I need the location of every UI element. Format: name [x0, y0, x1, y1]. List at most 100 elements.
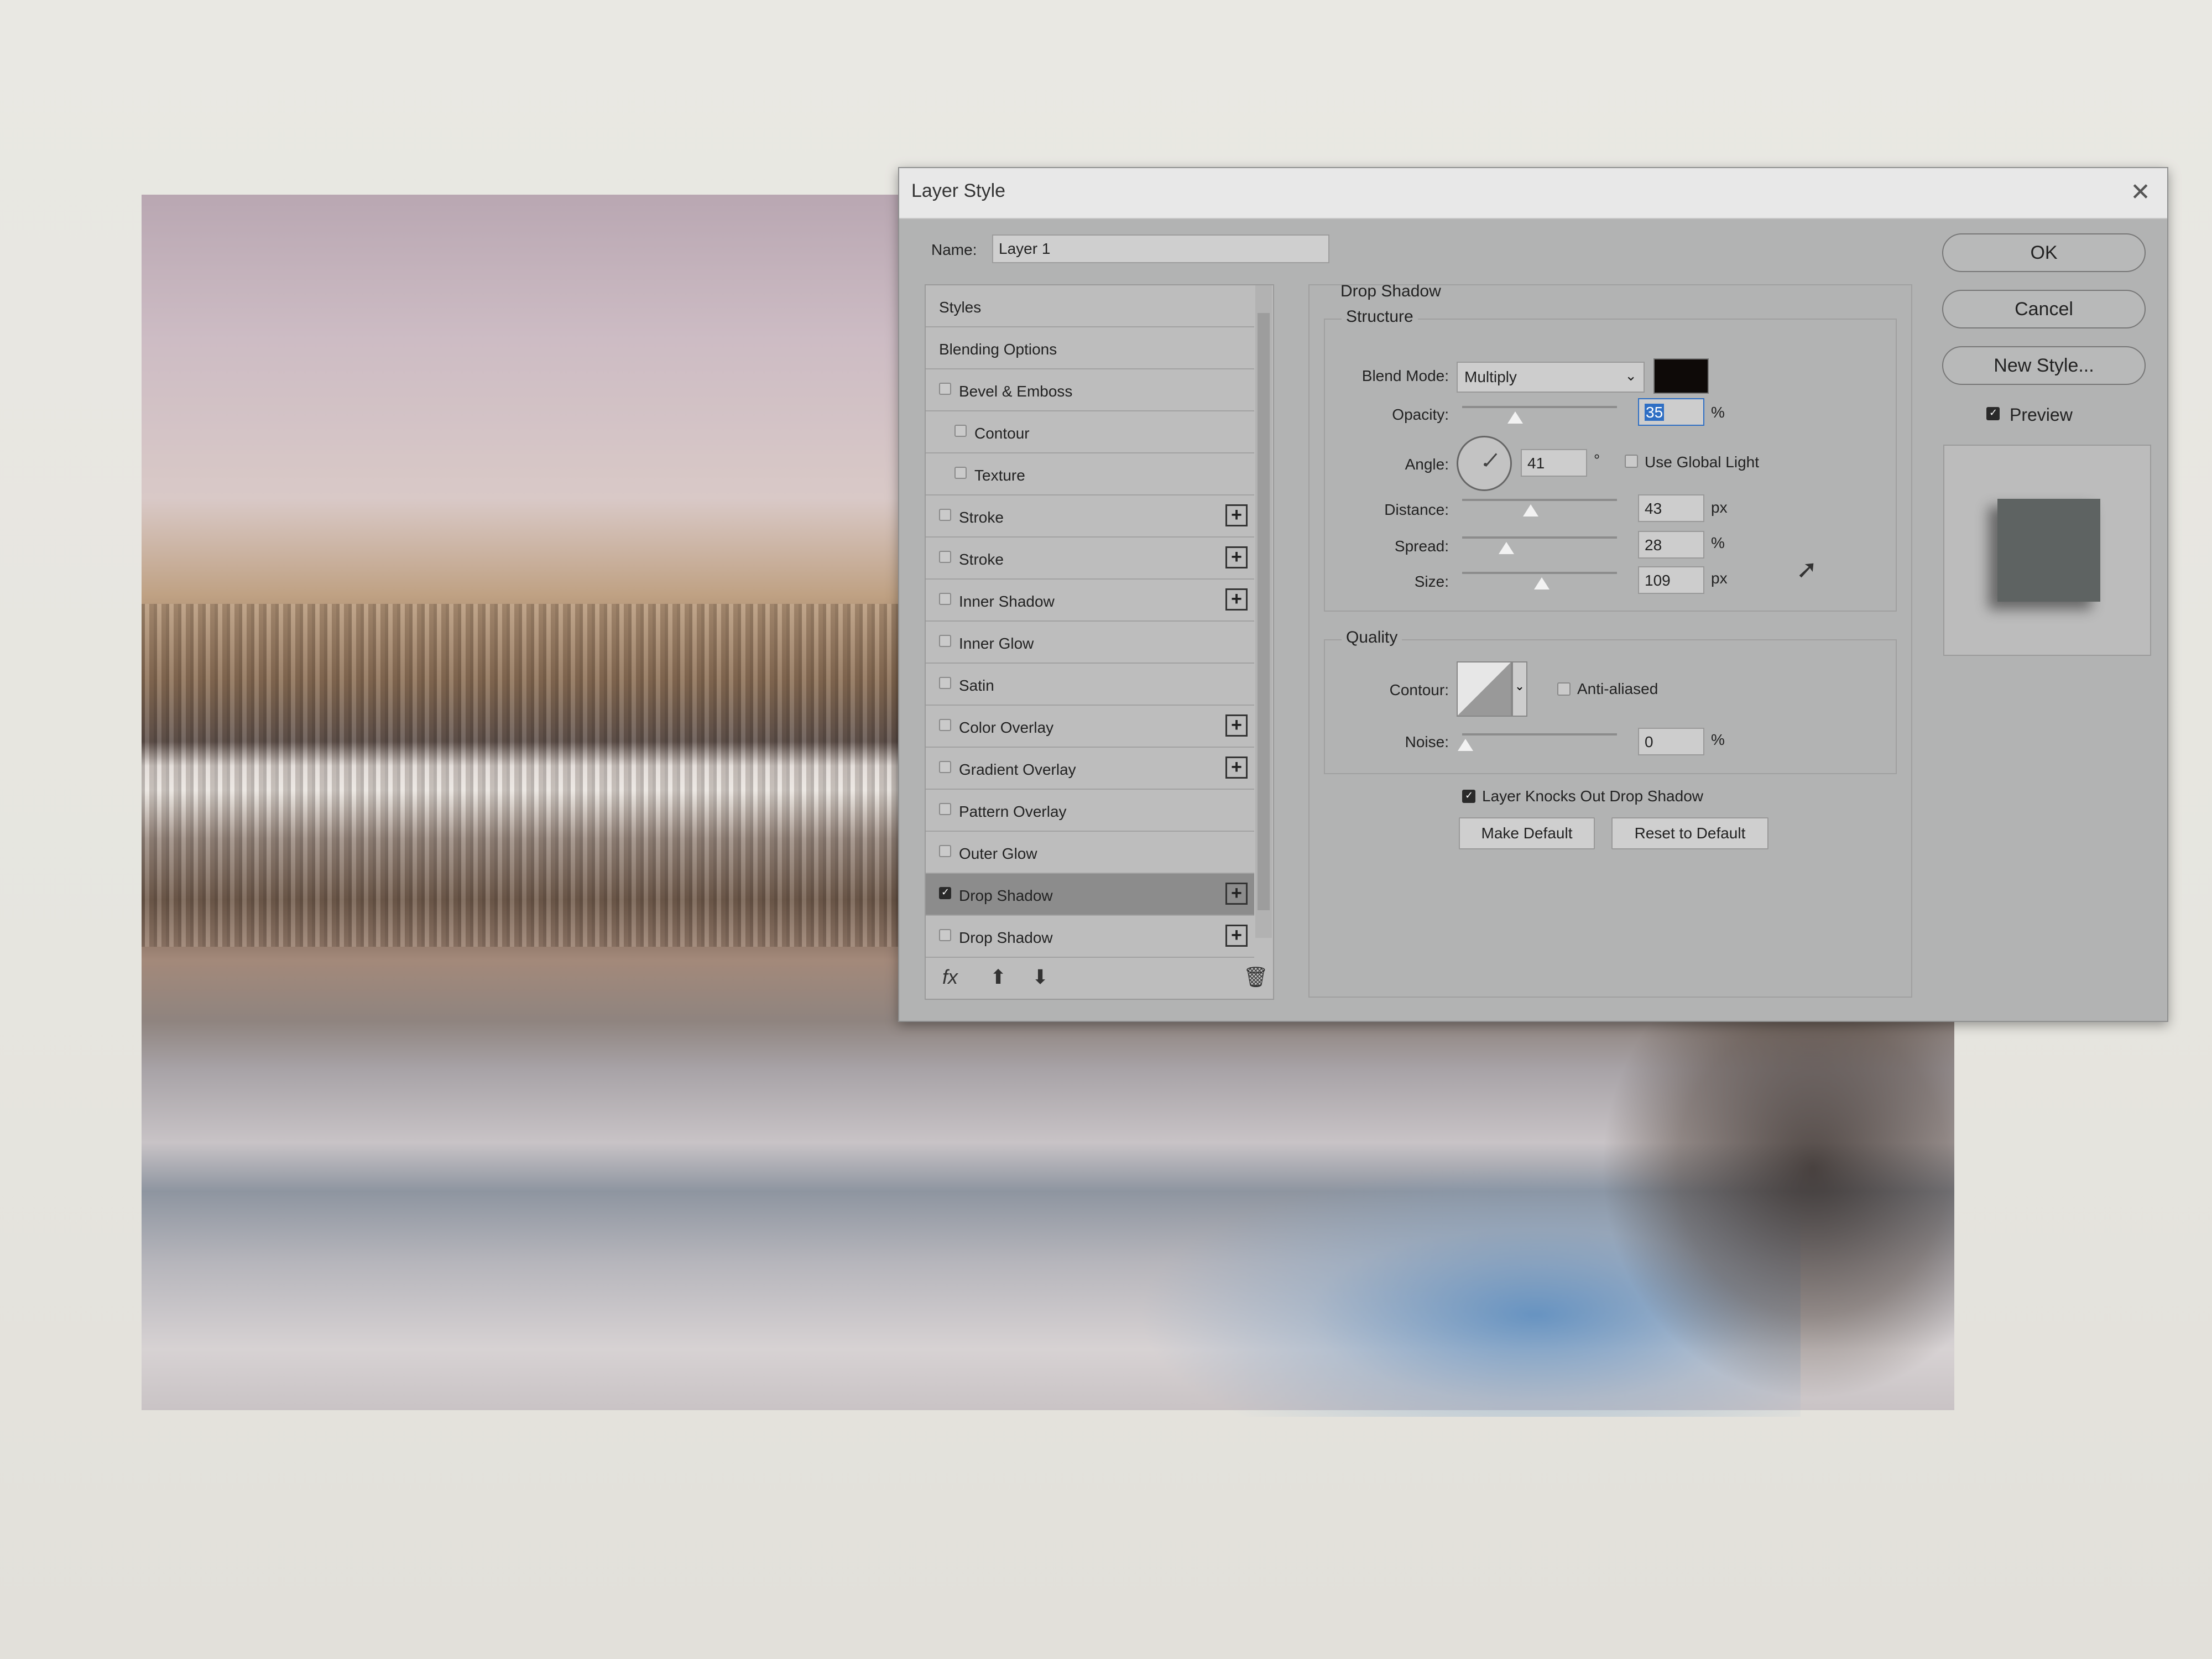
style-list-item-label: Stroke — [959, 551, 1004, 568]
style-list-item[interactable]: Outer Glow — [926, 832, 1254, 874]
spread-input[interactable]: 28 — [1638, 531, 1704, 559]
size-slider-thumb[interactable] — [1534, 577, 1550, 589]
style-list-item-label: Satin — [959, 677, 994, 694]
angle-input[interactable]: 41 — [1521, 449, 1587, 477]
distance-slider-thumb[interactable] — [1523, 504, 1538, 517]
opacity-slider-thumb[interactable] — [1507, 411, 1523, 424]
style-checkbox[interactable] — [939, 383, 951, 395]
drop-shadow-panel: Drop Shadow Structure Blend Mode: Multip… — [1308, 282, 1912, 998]
style-list-item[interactable]: Stroke + — [926, 538, 1254, 580]
styles-list: Styles Blending Options Bevel & Emboss Cont… — [925, 284, 1274, 1000]
style-checkbox[interactable] — [939, 886, 951, 899]
spread-label: Spread: — [1394, 538, 1449, 555]
angle-label: Angle: — [1405, 456, 1449, 473]
style-list-item-label: Blending Options — [939, 341, 1057, 358]
add-style-icon[interactable]: + — [1225, 546, 1248, 568]
anti-aliased-checkbox[interactable] — [1557, 682, 1571, 696]
style-list-item-label: Contour — [974, 425, 1030, 442]
distance-slider[interactable] — [1462, 499, 1617, 501]
style-list-item[interactable]: Texture — [926, 453, 1254, 495]
style-checkbox[interactable] — [939, 845, 951, 857]
style-list-item[interactable]: Satin — [926, 664, 1254, 706]
add-style-icon[interactable]: + — [1225, 504, 1248, 526]
preview-checkbox[interactable] — [1986, 407, 2000, 420]
close-icon[interactable]: ✕ — [2130, 178, 2151, 206]
contour-preview[interactable] — [1457, 661, 1512, 717]
style-list-item[interactable]: Color Overlay + — [926, 706, 1254, 748]
arrow-up-icon[interactable]: ⬆ — [990, 966, 1006, 989]
trash-icon[interactable]: 🗑 — [1243, 966, 1269, 989]
style-list-item[interactable]: Blending Options — [926, 327, 1254, 369]
anti-aliased-label: Anti-aliased — [1577, 680, 1658, 697]
knockout-checkbox[interactable] — [1462, 790, 1475, 803]
style-checkbox[interactable] — [939, 551, 951, 563]
name-label: Name: — [931, 241, 977, 258]
distance-label: Distance: — [1384, 501, 1449, 518]
noise-slider[interactable] — [1462, 733, 1617, 735]
noise-slider-thumb[interactable] — [1458, 739, 1473, 751]
use-global-light-checkbox[interactable] — [1625, 455, 1638, 468]
style-list-item[interactable]: Stroke + — [926, 495, 1254, 538]
style-checkbox[interactable] — [939, 593, 951, 605]
noise-input[interactable]: 0 — [1638, 728, 1704, 755]
knockout-label: Layer Knocks Out Drop Shadow — [1482, 787, 1703, 805]
chevron-down-icon: ⌄ — [1514, 679, 1525, 693]
cancel-button[interactable]: Cancel — [1942, 290, 2146, 328]
fx-icon[interactable]: fx — [942, 966, 958, 989]
style-list-item-label: Stroke — [959, 509, 1004, 526]
add-style-icon[interactable]: + — [1225, 925, 1248, 947]
distance-input[interactable]: 43 — [1638, 494, 1704, 522]
dialog-titlebar[interactable]: Layer Style ✕ — [899, 168, 2167, 219]
spread-slider[interactable] — [1462, 536, 1617, 539]
name-field[interactable]: Layer 1 — [992, 234, 1329, 263]
style-checkbox[interactable] — [954, 467, 967, 479]
style-checkbox[interactable] — [939, 635, 951, 647]
add-style-icon[interactable]: + — [1225, 714, 1248, 737]
style-list-item-label: Drop Shadow — [959, 887, 1053, 904]
style-checkbox[interactable] — [954, 425, 967, 437]
blend-mode-select[interactable]: Multiply ⌄ — [1457, 362, 1645, 393]
style-checkbox[interactable] — [939, 677, 951, 689]
style-checkbox[interactable] — [939, 929, 951, 941]
angle-dial[interactable] — [1457, 436, 1512, 491]
size-slider[interactable] — [1462, 572, 1617, 574]
style-list-item[interactable]: Drop Shadow + — [926, 916, 1254, 958]
style-checkbox[interactable] — [939, 803, 951, 815]
noise-unit: % — [1711, 731, 1725, 748]
size-input[interactable]: 109 — [1638, 566, 1704, 594]
style-list-item-label: Color Overlay — [959, 719, 1054, 736]
reset-to-default-button[interactable]: Reset to Default — [1611, 817, 1768, 849]
style-list-item[interactable]: Bevel & Emboss — [926, 369, 1254, 411]
style-list-item[interactable]: Styles — [926, 285, 1254, 327]
contour-dropdown[interactable]: ⌄ — [1512, 661, 1527, 717]
scrollbar-thumb[interactable] — [1258, 313, 1270, 910]
add-style-icon[interactable]: + — [1225, 757, 1248, 779]
spread-slider-thumb[interactable] — [1499, 542, 1514, 554]
style-checkbox[interactable] — [939, 761, 951, 773]
style-list-item[interactable]: Contour — [926, 411, 1254, 453]
style-checkbox[interactable] — [939, 719, 951, 731]
opacity-slider[interactable] — [1462, 406, 1617, 408]
add-style-icon[interactable]: + — [1225, 883, 1248, 905]
opacity-unit: % — [1711, 404, 1725, 421]
style-list-item[interactable]: Inner Glow — [926, 622, 1254, 664]
ok-button[interactable]: OK — [1942, 233, 2146, 272]
styles-list-scrollbar[interactable] — [1255, 285, 1272, 938]
shadow-color-swatch[interactable] — [1653, 358, 1709, 394]
make-default-button[interactable]: Make Default — [1459, 817, 1595, 849]
style-list-item[interactable]: Pattern Overlay — [926, 790, 1254, 832]
dialog-title: Layer Style — [911, 180, 1006, 201]
spread-unit: % — [1711, 534, 1725, 551]
style-checkbox[interactable] — [939, 509, 951, 521]
style-list-item[interactable]: Gradient Overlay + — [926, 748, 1254, 790]
angle-unit: ° — [1594, 451, 1600, 468]
arrow-down-icon[interactable]: ⬇ — [1032, 966, 1048, 989]
new-style-button[interactable]: New Style... — [1942, 346, 2146, 385]
style-list-item[interactable]: Drop Shadow + — [926, 874, 1254, 916]
style-list-item-label: Inner Glow — [959, 635, 1034, 652]
add-style-icon[interactable]: + — [1225, 588, 1248, 611]
section-title: Drop Shadow — [1340, 282, 1441, 300]
opacity-input[interactable]: 35 — [1638, 398, 1704, 426]
style-list-item[interactable]: Inner Shadow + — [926, 580, 1254, 622]
style-list-item-label: Inner Shadow — [959, 593, 1055, 610]
